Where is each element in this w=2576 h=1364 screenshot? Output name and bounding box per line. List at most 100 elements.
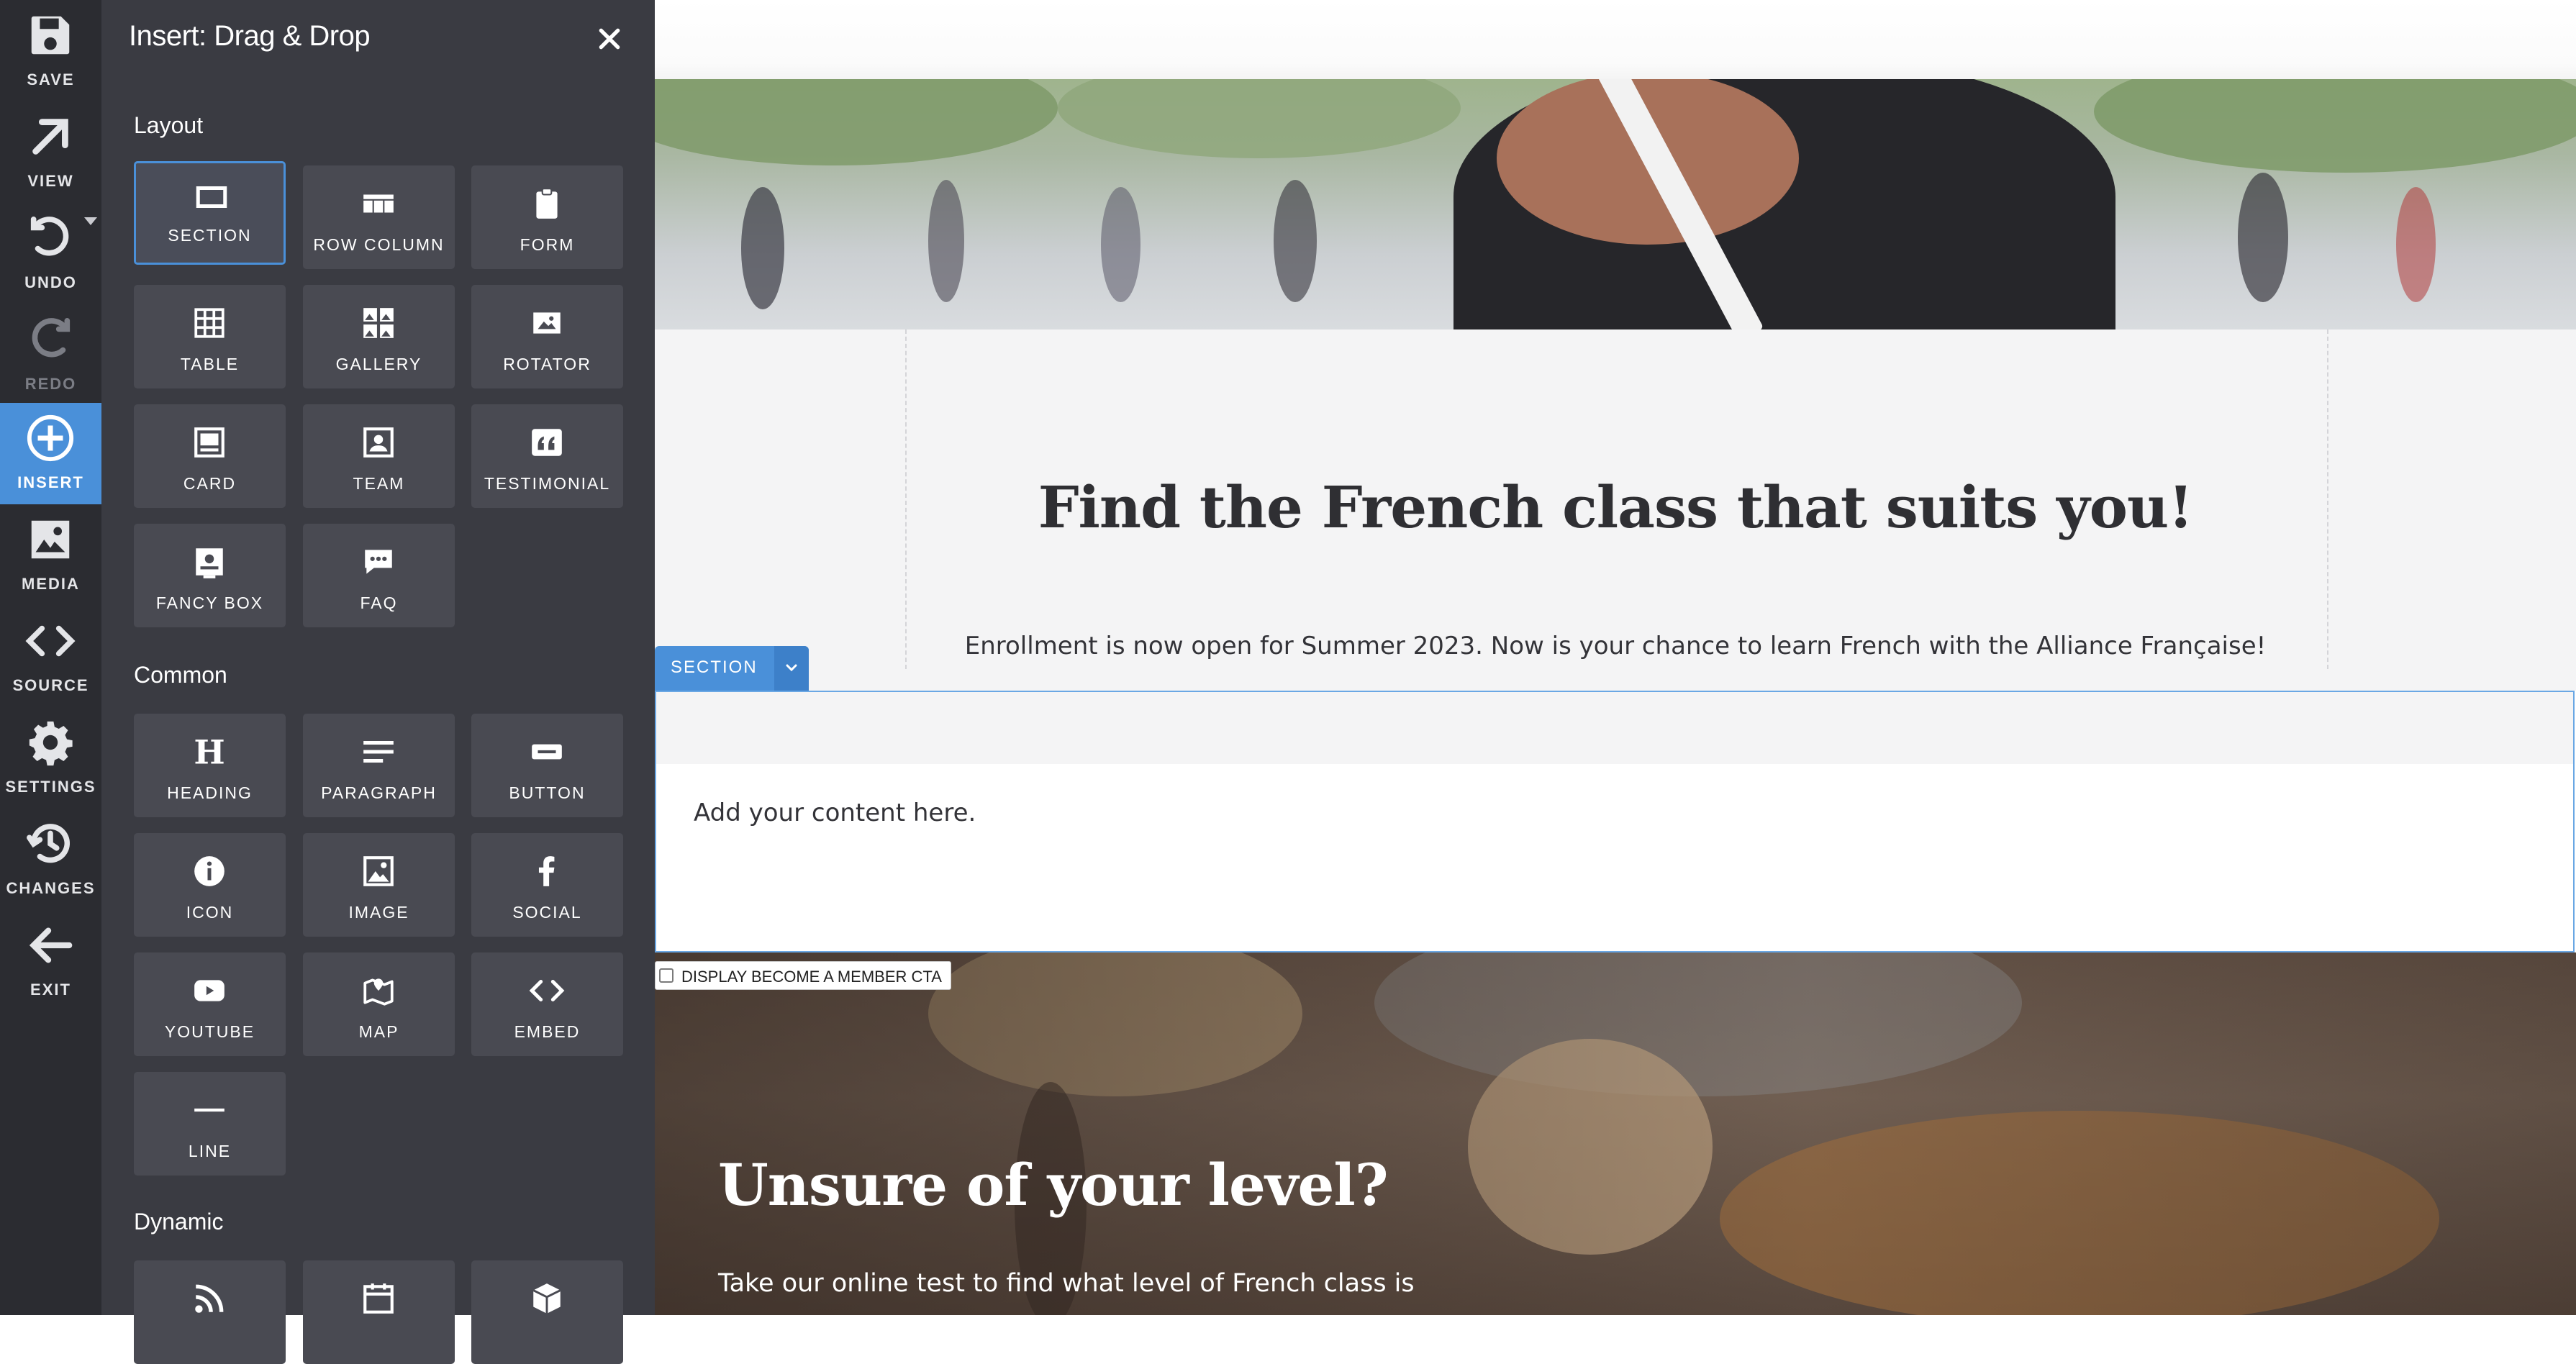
code-icon xyxy=(25,625,76,657)
insert-label: INSERT xyxy=(17,473,84,491)
facebook-icon xyxy=(538,856,555,886)
youtube-icon xyxy=(194,980,225,1001)
tile-label: LINE xyxy=(188,1142,232,1160)
changes-label: CHANGES xyxy=(6,879,96,897)
insert-panel: Insert: Drag & Drop Layout SECTION ROW C… xyxy=(101,0,655,1364)
tile-row-column[interactable]: ROW COLUMN xyxy=(303,165,455,269)
tile-product[interactable] xyxy=(471,1260,623,1364)
undo-dropdown-caret[interactable] xyxy=(84,217,97,225)
undo-icon xyxy=(30,216,69,256)
tile-section[interactable]: SECTION xyxy=(134,161,286,265)
tile-label: ICON xyxy=(186,903,234,922)
selected-section[interactable]: Add your content here. xyxy=(655,691,2575,952)
section-tag[interactable]: SECTION xyxy=(655,646,809,691)
arrow-up-right-icon xyxy=(32,119,68,155)
tile-button[interactable]: BUTTON xyxy=(471,714,623,817)
exit-button[interactable]: EXIT xyxy=(0,910,101,1011)
tile-label: HEADING xyxy=(167,783,253,802)
tile-label: IMAGE xyxy=(348,903,409,922)
image-icon xyxy=(363,856,394,886)
tile-image[interactable]: IMAGE xyxy=(303,833,455,937)
settings-button[interactable]: SETTINGS xyxy=(0,707,101,809)
clipboard-icon xyxy=(536,188,558,219)
section-menu-button[interactable] xyxy=(774,646,809,691)
tile-label: ROTATOR xyxy=(503,355,591,373)
level-heading[interactable]: Unsure of your level? xyxy=(718,1151,1389,1219)
tile-label: TESTIMONIAL xyxy=(484,474,611,493)
tile-gallery[interactable]: GALLERY xyxy=(303,285,455,388)
tile-youtube[interactable]: YOUTUBE xyxy=(134,952,286,1056)
section-placeholder-text[interactable]: Add your content here. xyxy=(694,799,976,827)
section-icon xyxy=(196,186,227,208)
member-cta-toggle[interactable]: DISPLAY BECOME A MEMBER CTA xyxy=(655,961,951,990)
tile-embed[interactable]: EMBED xyxy=(471,952,623,1056)
tile-team[interactable]: TEAM xyxy=(303,404,455,508)
tile-rss[interactable] xyxy=(134,1260,286,1364)
rss-icon xyxy=(195,1284,224,1313)
level-section-background xyxy=(655,952,2576,1315)
tile-testimonial[interactable]: TESTIMONIAL xyxy=(471,404,623,508)
arrow-left-icon xyxy=(29,927,73,963)
category-common: Common xyxy=(134,662,227,688)
insert-button[interactable]: INSERT xyxy=(0,403,101,504)
view-button[interactable]: VIEW xyxy=(0,101,101,203)
redo-button[interactable]: REDO xyxy=(0,304,101,406)
close-icon[interactable] xyxy=(595,24,624,53)
tile-social[interactable]: SOCIAL xyxy=(471,833,623,937)
tile-form[interactable]: FORM xyxy=(471,165,623,269)
source-button[interactable]: SOURCE xyxy=(0,606,101,707)
tile-icon[interactable]: ICON xyxy=(134,833,286,937)
tile-table[interactable]: TABLE xyxy=(134,285,286,388)
category-layout: Layout xyxy=(134,112,204,138)
gallery-icon xyxy=(363,308,394,338)
map-icon xyxy=(363,978,394,1006)
tile-heading[interactable]: H HEADING xyxy=(134,714,286,817)
media-button[interactable]: MEDIA xyxy=(0,504,101,606)
tile-label: TEAM xyxy=(353,474,405,493)
tile-label: FORM xyxy=(520,235,575,254)
history-icon xyxy=(27,824,71,863)
save-button[interactable]: SAVE xyxy=(0,0,101,101)
member-cta-checkbox[interactable] xyxy=(659,968,674,983)
tile-label: EMBED xyxy=(514,1022,581,1041)
tile-map[interactable]: MAP xyxy=(303,952,455,1056)
tile-paragraph[interactable]: PARAGRAPH xyxy=(303,714,455,817)
tile-label: SOCIAL xyxy=(512,903,582,922)
quote-icon xyxy=(532,429,562,456)
tile-label: MAP xyxy=(358,1022,399,1041)
cube-icon xyxy=(532,1283,561,1314)
page-top-strip xyxy=(655,0,2576,79)
heading-icon: H xyxy=(194,734,225,770)
level-text[interactable]: Take our online test to find what level … xyxy=(718,1269,1415,1298)
chat-bubble-icon xyxy=(365,550,392,574)
calendar-icon xyxy=(363,1283,394,1314)
table-icon xyxy=(194,308,225,338)
card-icon xyxy=(194,427,225,458)
tile-label: YOUTUBE xyxy=(164,1022,255,1041)
tile-label: SECTION xyxy=(168,226,252,245)
hero-image xyxy=(655,79,2576,329)
intro-text[interactable]: Enrollment is now open for Summer 2023. … xyxy=(655,632,2576,660)
tile-label: CARD xyxy=(183,474,237,493)
info-circle-icon xyxy=(194,856,225,886)
tile-fancy-box[interactable]: FANCY BOX xyxy=(134,524,286,627)
media-label: MEDIA xyxy=(22,575,80,593)
tile-calendar[interactable] xyxy=(303,1260,455,1364)
paragraph-icon xyxy=(363,741,394,763)
intro-heading[interactable]: Find the French class that suits you! xyxy=(655,473,2576,541)
code-icon xyxy=(529,980,565,1001)
intro-section: Find the French class that suits you! En… xyxy=(655,329,2576,691)
tile-card[interactable]: CARD xyxy=(134,404,286,508)
redo-icon xyxy=(32,317,71,358)
image-icon xyxy=(31,520,70,559)
exit-label: EXIT xyxy=(30,981,71,999)
save-label: SAVE xyxy=(27,71,75,88)
rotator-icon xyxy=(533,312,561,334)
tile-label: BUTTON xyxy=(509,783,586,802)
undo-button[interactable]: UNDO xyxy=(0,203,101,304)
tile-line[interactable]: LINE xyxy=(134,1072,286,1176)
tile-rotator[interactable]: ROTATOR xyxy=(471,285,623,388)
changes-button[interactable]: CHANGES xyxy=(0,809,101,910)
tile-faq[interactable]: FAQ xyxy=(303,524,455,627)
source-label: SOURCE xyxy=(12,676,89,694)
